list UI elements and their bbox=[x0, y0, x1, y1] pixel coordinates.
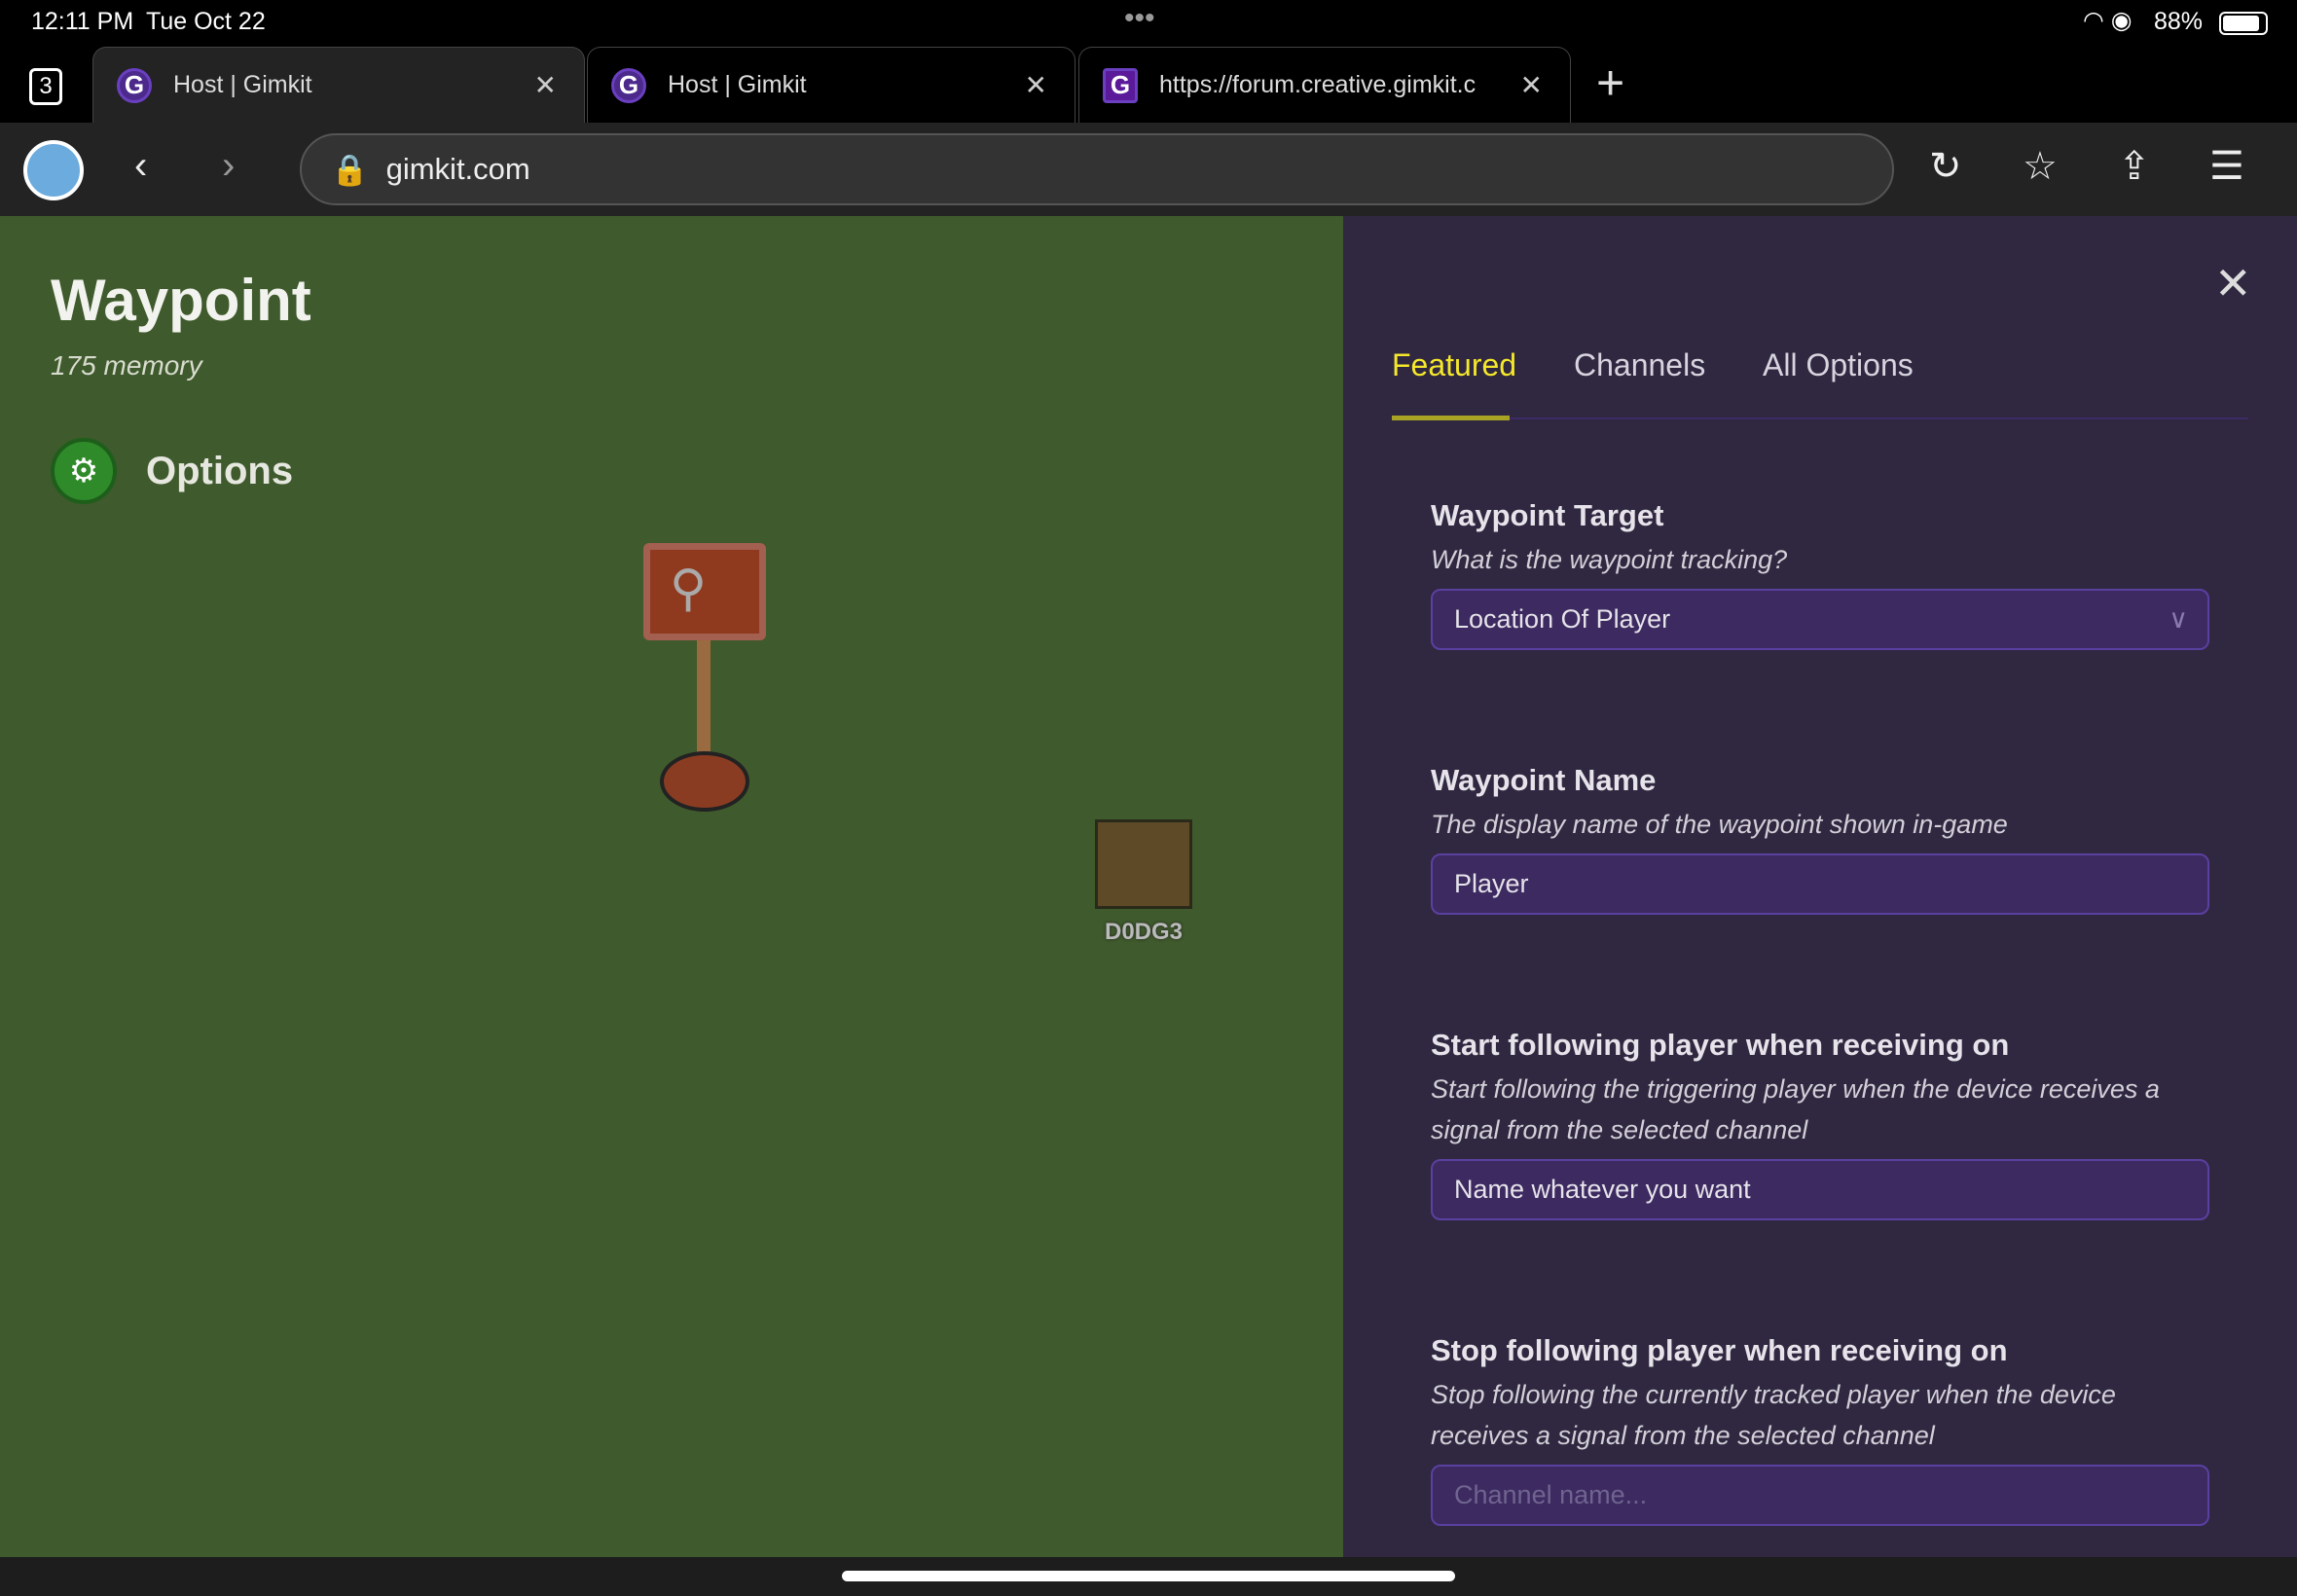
browser-tab[interactable]: G Host | Gimkit ✕ bbox=[92, 47, 585, 123]
waypoint-target-select[interactable]: Location Of Player ∨ bbox=[1431, 589, 2209, 650]
options-label: Options bbox=[146, 449, 294, 492]
waypoint-device-sign[interactable]: ⚲ bbox=[643, 543, 766, 640]
forward-icon[interactable]: › bbox=[222, 144, 235, 188]
tab-bar: 3 G Host | Gimkit ✕ G Host | Gimkit ✕ G … bbox=[0, 45, 2297, 123]
field-label: Stop following player when receiving on bbox=[1431, 1333, 2008, 1367]
gear-icon: ⚙ bbox=[51, 438, 117, 504]
tab-title: https://forum.creative.gimkit.c bbox=[1159, 71, 1477, 98]
url-text: gimkit.com bbox=[385, 152, 530, 186]
status-date: Tue Oct 22 bbox=[146, 8, 266, 35]
device-title: Waypoint bbox=[51, 268, 311, 333]
battery-percent: 88% bbox=[2154, 8, 2204, 35]
new-tab-icon[interactable]: + bbox=[1596, 54, 1624, 111]
home-bar bbox=[0, 1557, 2297, 1596]
tab-title: Host | Gimkit bbox=[668, 71, 807, 98]
waypoint-device-base[interactable] bbox=[660, 751, 749, 812]
menu-icon[interactable]: ☰ bbox=[2209, 144, 2244, 189]
close-tab-icon[interactable]: ✕ bbox=[1520, 69, 1543, 101]
game-canvas[interactable]: Waypoint 175 memory ⚙ Options ⚲ D0DG3 bbox=[0, 216, 1343, 1557]
stop-channel-input[interactable]: Channel name... bbox=[1431, 1465, 2209, 1526]
close-tab-icon[interactable]: ✕ bbox=[534, 69, 557, 101]
waypoint-pole bbox=[697, 640, 711, 767]
field-label: Waypoint Target bbox=[1431, 498, 1664, 532]
tab-divider bbox=[1392, 417, 2248, 419]
browser-tab[interactable]: G https://forum.creative.gimkit.c ✕ bbox=[1078, 47, 1571, 123]
chevron-down-icon: ∨ bbox=[2169, 604, 2188, 634]
url-bar[interactable]: 🔒 gimkit.com bbox=[300, 133, 1894, 205]
profile-avatar[interactable] bbox=[23, 140, 84, 200]
close-tab-icon[interactable]: ✕ bbox=[1025, 69, 1047, 101]
options-button[interactable]: ⚙ Options bbox=[51, 438, 293, 504]
bookmark-star-icon[interactable]: ☆ bbox=[2023, 144, 2058, 189]
field-description: Start following the triggering player wh… bbox=[1431, 1074, 2160, 1144]
memory-label: 175 memory bbox=[51, 350, 202, 381]
tab-featured[interactable]: Featured bbox=[1392, 347, 1516, 383]
share-icon[interactable]: ⇪ bbox=[2118, 144, 2151, 189]
home-indicator[interactable] bbox=[842, 1571, 1455, 1581]
battery-icon bbox=[2219, 12, 2268, 35]
close-icon[interactable]: ✕ bbox=[2214, 257, 2252, 309]
field-description: The display name of the waypoint shown i… bbox=[1431, 810, 2008, 839]
browser-tab[interactable]: G Host | Gimkit ✕ bbox=[587, 47, 1076, 123]
status-time: 12:11 PM bbox=[31, 8, 134, 35]
address-toolbar: ‹ › 🔒 gimkit.com ↻ ☆ ⇪ ☰ bbox=[0, 123, 2297, 216]
waypoint-name-input[interactable]: Player bbox=[1431, 853, 2209, 915]
wifi-icon: ◠ ◉ bbox=[2083, 7, 2133, 34]
tab-all-options[interactable]: All Options bbox=[1763, 347, 1914, 383]
player-name: D0DG3 bbox=[1105, 919, 1184, 945]
reload-icon[interactable]: ↻ bbox=[1929, 144, 1962, 189]
select-value: Location Of Player bbox=[1454, 604, 1671, 634]
player-avatar[interactable] bbox=[1095, 819, 1192, 909]
lock-shield-icon: 🔒 bbox=[331, 152, 369, 187]
gimkit-favicon-icon: G bbox=[117, 67, 152, 103]
gimkit-favicon-icon: G bbox=[1103, 67, 1138, 103]
active-tab-indicator bbox=[1392, 416, 1510, 420]
tab-channels[interactable]: Channels bbox=[1574, 347, 1705, 383]
tab-title: Host | Gimkit bbox=[173, 71, 312, 98]
status-bar: 12:11 PM Tue Oct 22 ••• ◠ ◉ 88% bbox=[0, 0, 2297, 45]
field-label: Waypoint Name bbox=[1431, 763, 1657, 797]
field-description: Stop following the currently tracked pla… bbox=[1431, 1380, 2116, 1450]
gimkit-favicon-icon: G bbox=[611, 67, 646, 103]
tab-count-button[interactable]: 3 bbox=[29, 68, 62, 105]
field-description: What is the waypoint tracking? bbox=[1431, 545, 1788, 574]
more-dots-icon[interactable]: ••• bbox=[1124, 2, 1155, 35]
waypoint-route-icon: ⚲ bbox=[670, 561, 708, 617]
field-label: Start following player when receiving on bbox=[1431, 1028, 2010, 1062]
back-icon[interactable]: ‹ bbox=[134, 144, 147, 188]
options-panel: ✕ Featured Channels All Options Waypoint… bbox=[1343, 216, 2297, 1557]
start-channel-input[interactable]: Name whatever you want bbox=[1431, 1159, 2209, 1220]
